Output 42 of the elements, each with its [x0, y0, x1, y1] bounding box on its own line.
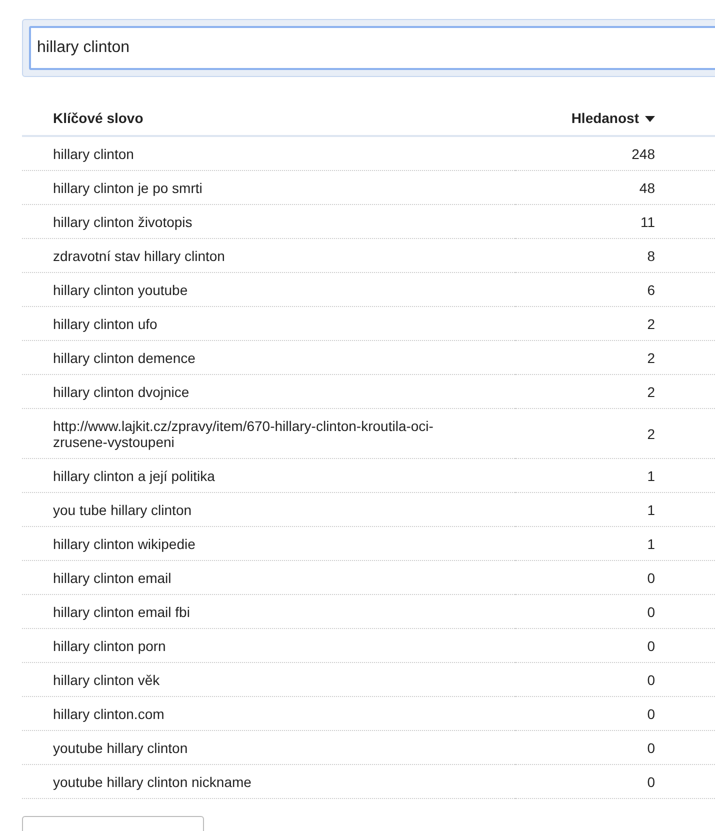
keyword-cell: youtube hillary clinton nickname	[53, 774, 252, 790]
keyword-cell: hillary clinton ufo	[53, 316, 158, 332]
count-cell: 2	[647, 350, 655, 366]
keyword-cell: hillary clinton.com	[53, 706, 164, 722]
keyword-cell: you tube hillary clinton	[53, 502, 192, 518]
keyword-cell: hillary clinton a její politika	[53, 468, 215, 484]
keyword-cell: hillary clinton je po smrti	[53, 180, 202, 196]
count-cell: 0	[647, 570, 655, 586]
keyword-cell: hillary clinton email fbi	[53, 604, 190, 620]
keyword-cell: youtube hillary clinton	[53, 740, 188, 756]
count-cell: 48	[639, 180, 655, 196]
count-cell: 2	[647, 426, 655, 442]
count-cell: 248	[632, 146, 655, 162]
keyword-cell-text: http://www.lajkit.cz/zpravy/item/670-hillary-clinton-kroutila-oci-zrusene-vystoupeni	[53, 418, 434, 450]
keyword-cell: hillary clinton	[53, 146, 134, 162]
count-cell: 6	[647, 282, 655, 298]
count-cell: 1	[647, 468, 655, 484]
keyword-cell: hillary clinton porn	[53, 638, 166, 654]
keyword-cell: hillary clinton dvojnice	[53, 384, 190, 400]
search-field[interactable]: hillary clinton	[29, 26, 715, 70]
column-header[interactable]: Hledanost	[571, 108, 655, 129]
count-cell: 0	[647, 706, 655, 722]
count-cell: 1	[647, 536, 655, 552]
count-cell: 0	[647, 672, 655, 688]
count-cell: 8	[647, 248, 655, 264]
keyword-cell: hillary clinton demence	[53, 350, 196, 366]
keyword-cell: zdravotní stav hillary clinton	[53, 248, 225, 264]
keyword-cell: hillary clinton wikipedie	[53, 536, 196, 552]
keyword-cell: hillary clinton věk	[53, 672, 160, 688]
more-button[interactable]	[22, 816, 204, 831]
count-cell: 2	[647, 316, 655, 332]
column-header[interactable]: Klíčové slovo	[53, 108, 144, 129]
keyword-cell: hillary clinton životopis	[53, 214, 192, 230]
count-cell: 0	[647, 638, 655, 654]
keyword-cell: hillary clinton email	[53, 570, 172, 586]
count-cell: 0	[647, 774, 655, 790]
count-cell: 2	[647, 384, 655, 400]
count-cell: 0	[647, 740, 655, 756]
count-cell: 0	[647, 604, 655, 620]
count-cell: 11	[640, 214, 655, 230]
count-cell: 1	[647, 502, 655, 518]
keyword-cell: hillary clinton youtube	[53, 282, 188, 298]
